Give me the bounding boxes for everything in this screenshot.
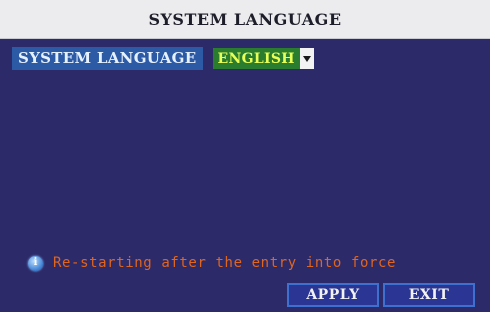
info-icon: i [28,255,43,271]
exit-button[interactable]: EXIT [383,283,475,307]
system-language-label: SYSTEM LANGUAGE [12,47,203,70]
window-title: SYSTEM LANGUAGE [148,9,342,29]
title-bar: SYSTEM LANGUAGE [0,0,490,39]
system-language-screen: SYSTEM LANGUAGE SYSTEM LANGUAGE ENGLISH … [0,0,490,312]
apply-button[interactable]: APPLY [287,283,379,307]
triangle-down-icon[interactable] [299,48,314,69]
language-dropdown-value[interactable]: ENGLISH [212,48,300,69]
language-dropdown[interactable]: ENGLISH [212,48,314,69]
info-icon-glyph: i [33,257,38,268]
restart-notice: i Re-starting after the entry into force [28,255,396,271]
language-setting-row: SYSTEM LANGUAGE ENGLISH [12,47,314,70]
restart-notice-text: Re-starting after the entry into force [53,255,397,271]
